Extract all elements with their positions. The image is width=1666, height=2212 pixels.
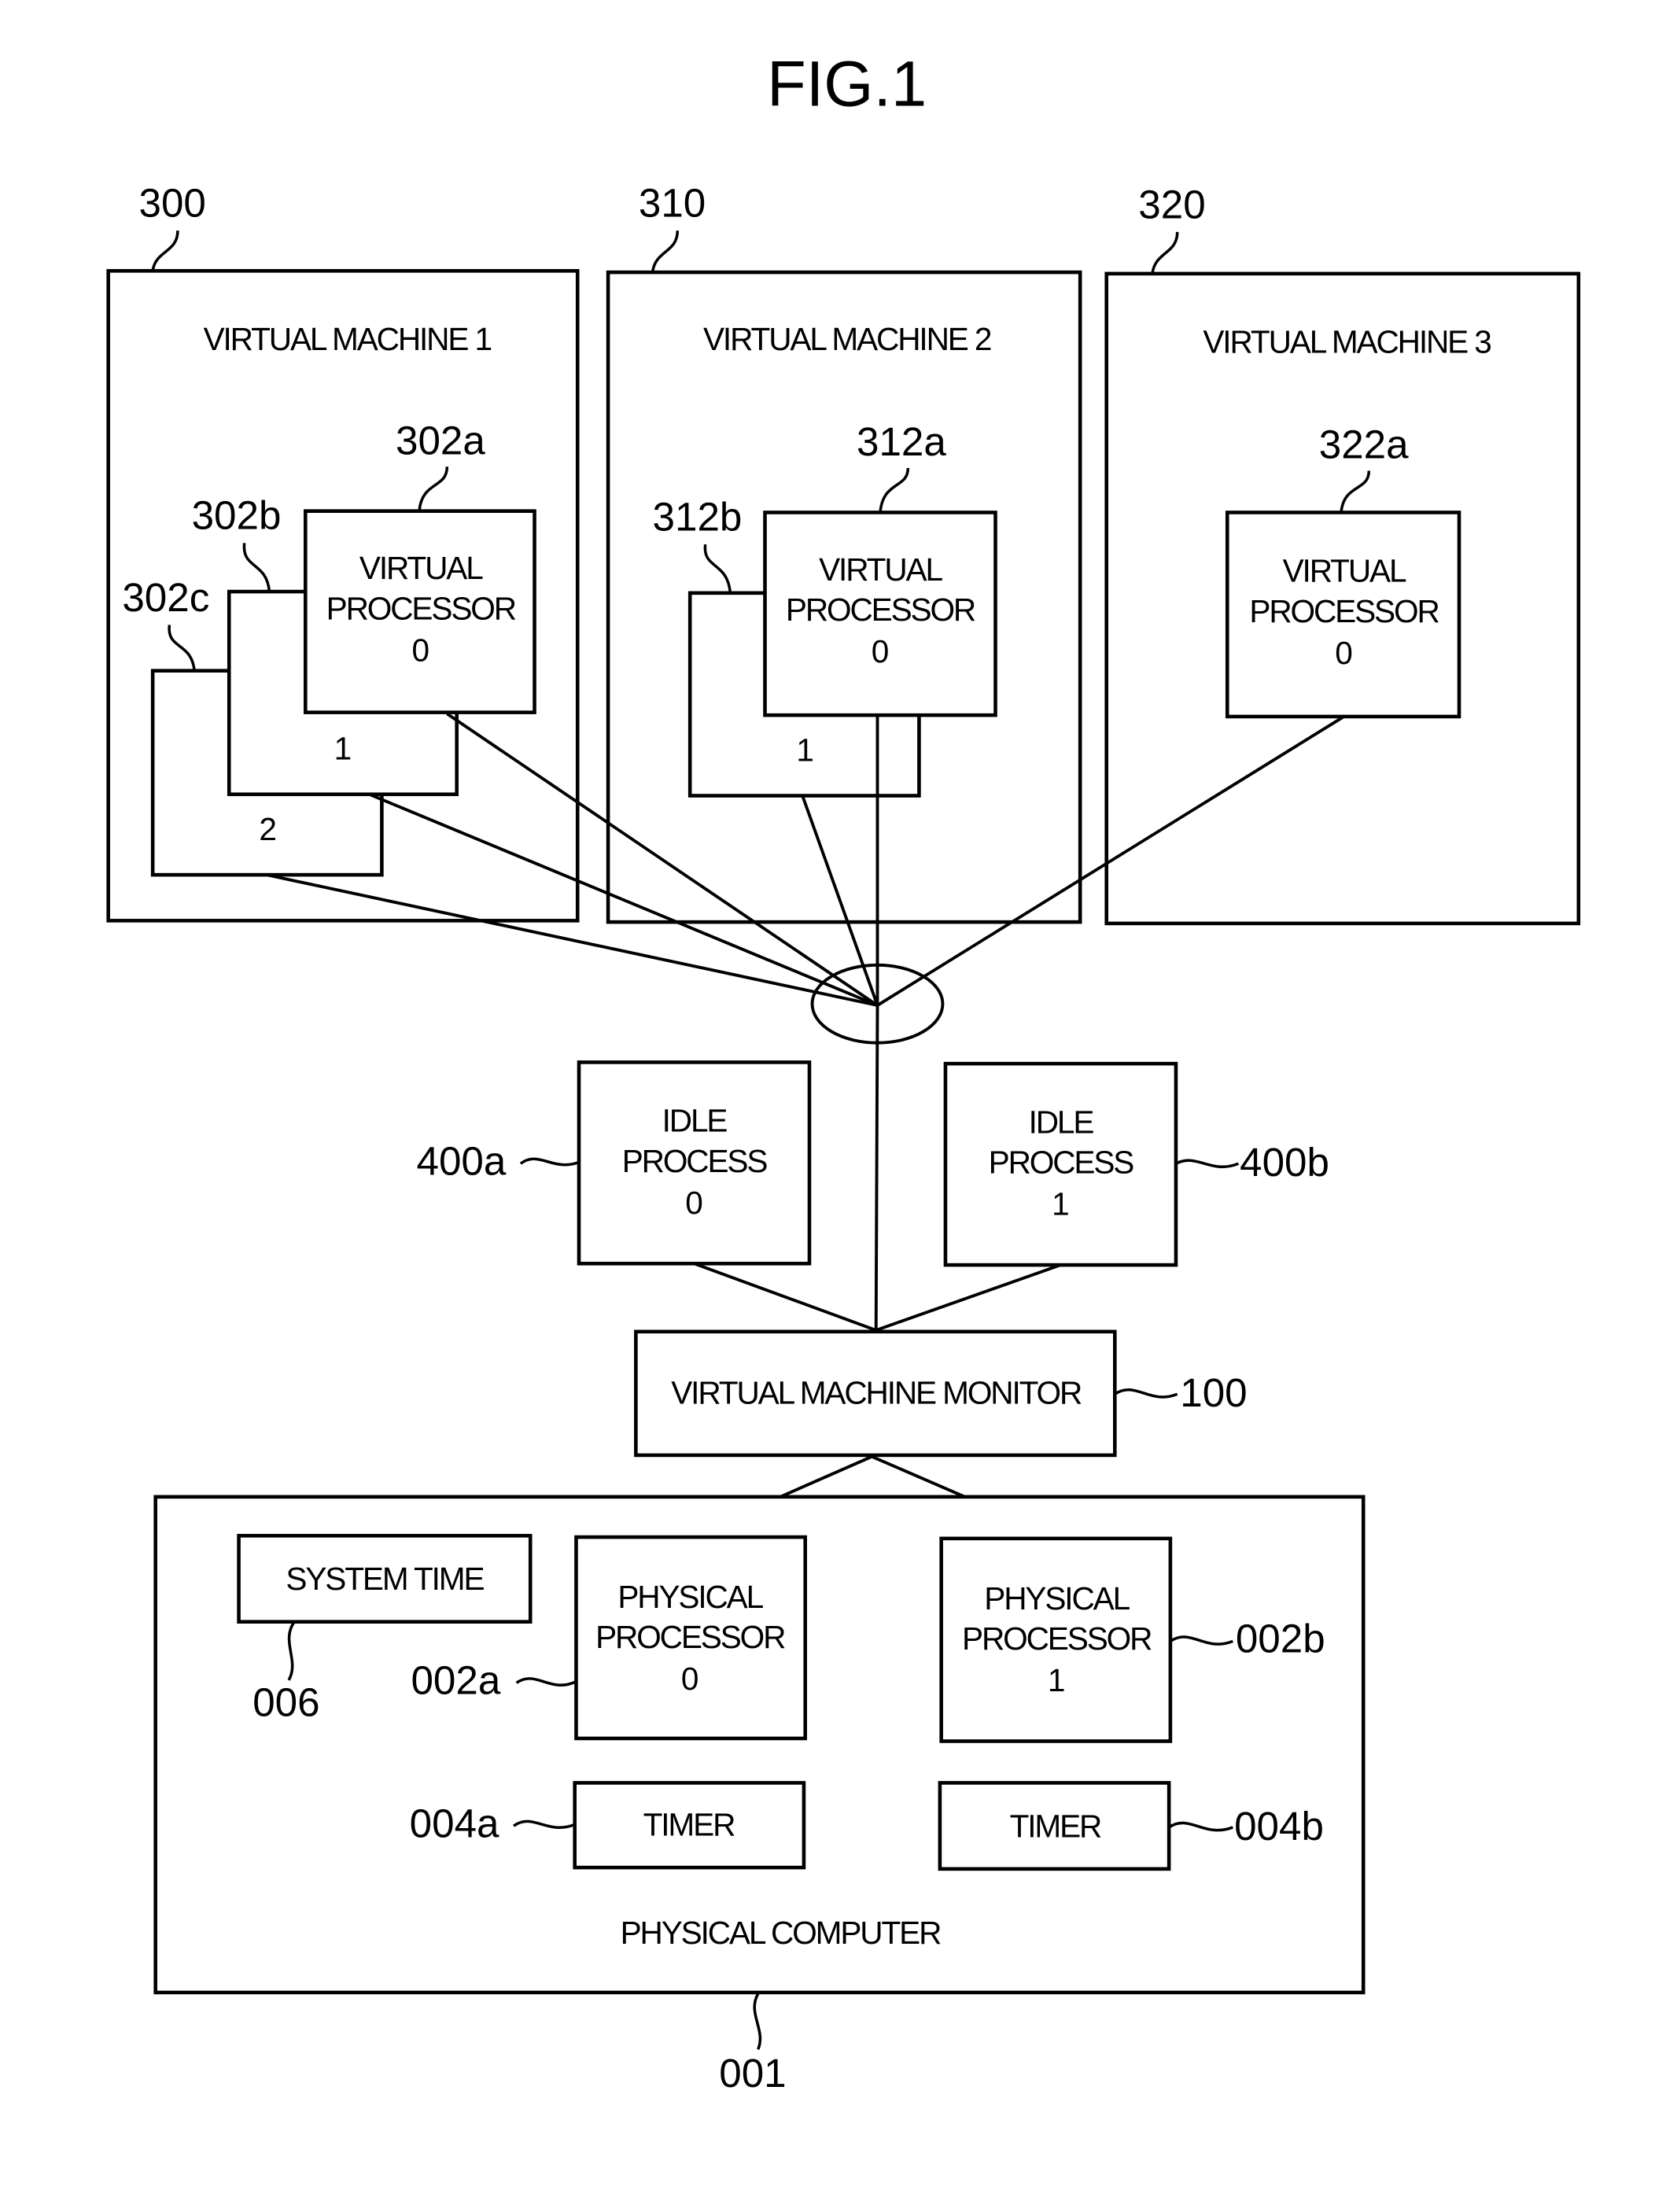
- vm3-leader: [1151, 231, 1179, 275]
- vp-322a-line1: VIRTUAL: [1283, 553, 1406, 589]
- timer-004b-label: TIMER: [1010, 1808, 1101, 1844]
- vmm-leader: [1114, 1388, 1178, 1399]
- vp-312b-index: 1: [796, 732, 814, 768]
- idle-400b-line2: PROCESS: [989, 1145, 1134, 1181]
- idle-400b-leader: [1175, 1159, 1240, 1169]
- hub-to-vmm: [874, 1005, 879, 1331]
- vp-312a-line2: PROCESSOR: [786, 592, 975, 628]
- vp-302a-ref: 302a: [396, 418, 485, 463]
- vp-302a-line2: PROCESSOR: [326, 590, 516, 626]
- physical-computer: PHYSICAL COMPUTER 001 SYSTEM TIME 006 PH…: [153, 1495, 1366, 2096]
- vp-312a-line1: VIRTUAL: [819, 551, 942, 588]
- patent-figure: FIG.1 300 VIRTUAL MACHINE 1 2 302c 1 302…: [106, 49, 1581, 2096]
- pp-002a-ref: 002a: [411, 1657, 500, 1702]
- virtual-machine-monitor: VIRTUAL MACHINE MONITOR 100: [634, 1329, 1248, 1458]
- idle-400a-line2: PROCESS: [622, 1143, 768, 1179]
- vp-322a-ref: 322a: [1319, 422, 1409, 467]
- idle-400a-index: 0: [685, 1185, 703, 1221]
- idle1-to-vmm: [875, 1263, 1062, 1332]
- pp-002a-line2: PROCESSOR: [595, 1619, 785, 1655]
- system-time-ref: 006: [252, 1680, 319, 1725]
- virtual-machine-2: 310 VIRTUAL MACHINE 2 1 312b VIRTUAL PRO…: [606, 181, 1082, 924]
- vmm-label: VIRTUAL MACHINE MONITOR: [671, 1375, 1082, 1411]
- pp-002b-line2: PROCESSOR: [962, 1620, 1152, 1657]
- pc-label: PHYSICAL COMPUTER: [621, 1915, 941, 1951]
- vp-312a-ref: 312a: [857, 419, 946, 464]
- pc-leader: [753, 1993, 762, 2051]
- vp-302b-ref: 302b: [192, 493, 282, 538]
- virtual-machine-3: 320 VIRTUAL MACHINE 3 VIRTUAL PROCESSOR …: [1104, 182, 1581, 926]
- vm3-ref: 320: [1138, 182, 1205, 227]
- vm2-label: VIRTUAL MACHINE 2: [703, 321, 991, 357]
- system-time-label: SYSTEM TIME: [286, 1561, 484, 1597]
- idle-400b-ref: 400b: [1240, 1140, 1329, 1185]
- idle0-to-vmm: [693, 1262, 877, 1332]
- idle-400b-line1: IDLE: [1029, 1104, 1094, 1140]
- figure-title: FIG.1: [767, 49, 927, 120]
- pp-002b-line1: PHYSICAL: [984, 1580, 1130, 1617]
- pc-ref: 001: [719, 2051, 786, 2096]
- vp-312b-ref: 312b: [653, 494, 743, 539]
- vp-302c-index: 2: [259, 811, 277, 847]
- idle-400a-line1: IDLE: [662, 1103, 728, 1139]
- idle-process-1: IDLE PROCESS 1 400b: [943, 1061, 1329, 1267]
- idle-process-0: IDLE PROCESS 0 400a: [417, 1060, 812, 1266]
- vm1-label: VIRTUAL MACHINE 1: [204, 321, 492, 357]
- virtual-machine-1: 300 VIRTUAL MACHINE 1 2 302c 1 302b VIRT…: [106, 181, 580, 923]
- vm2-ref: 310: [639, 181, 706, 226]
- timer-004a-label: TIMER: [643, 1807, 735, 1843]
- vp-302c-ref: 302c: [122, 575, 209, 620]
- vmm-ref: 100: [1180, 1370, 1247, 1415]
- vp-302b-index: 1: [334, 731, 352, 767]
- idle-400a-leader: [519, 1157, 580, 1167]
- vm1-leader: [151, 230, 179, 271]
- pp-002b-ref: 002b: [1236, 1617, 1325, 1661]
- vm1-ref: 300: [139, 181, 206, 226]
- vm2-leader: [651, 230, 680, 273]
- vp-312a-index: 0: [872, 633, 890, 669]
- timer-004a-ref: 004a: [410, 1801, 499, 1845]
- vp-322a-line2: PROCESSOR: [1249, 593, 1439, 629]
- vp-302a-index: 0: [412, 632, 430, 668]
- idle-400a-ref: 400a: [417, 1138, 507, 1183]
- vp-302a-line1: VIRTUAL: [359, 550, 483, 586]
- pp-002a-index: 0: [681, 1661, 699, 1697]
- vp-322a-index: 0: [1335, 635, 1353, 671]
- vm3-label: VIRTUAL MACHINE 3: [1203, 323, 1491, 359]
- pp-002a-line1: PHYSICAL: [617, 1579, 763, 1615]
- timer-004b-ref: 004b: [1234, 1804, 1324, 1849]
- idle-400b-index: 1: [1052, 1186, 1070, 1222]
- pp-002b-index: 1: [1048, 1662, 1066, 1698]
